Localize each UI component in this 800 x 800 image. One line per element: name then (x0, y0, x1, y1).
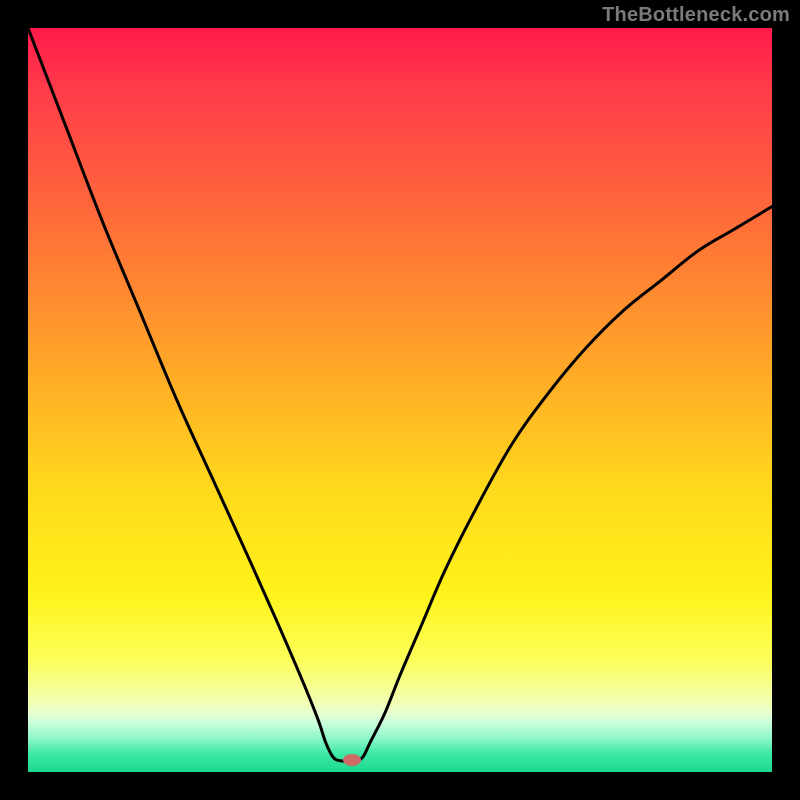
outer-frame: TheBottleneck.com (0, 0, 800, 800)
optimum-marker (343, 754, 361, 766)
bottleneck-curve (28, 28, 772, 772)
plot-area (28, 28, 772, 772)
attribution-text: TheBottleneck.com (602, 4, 790, 27)
